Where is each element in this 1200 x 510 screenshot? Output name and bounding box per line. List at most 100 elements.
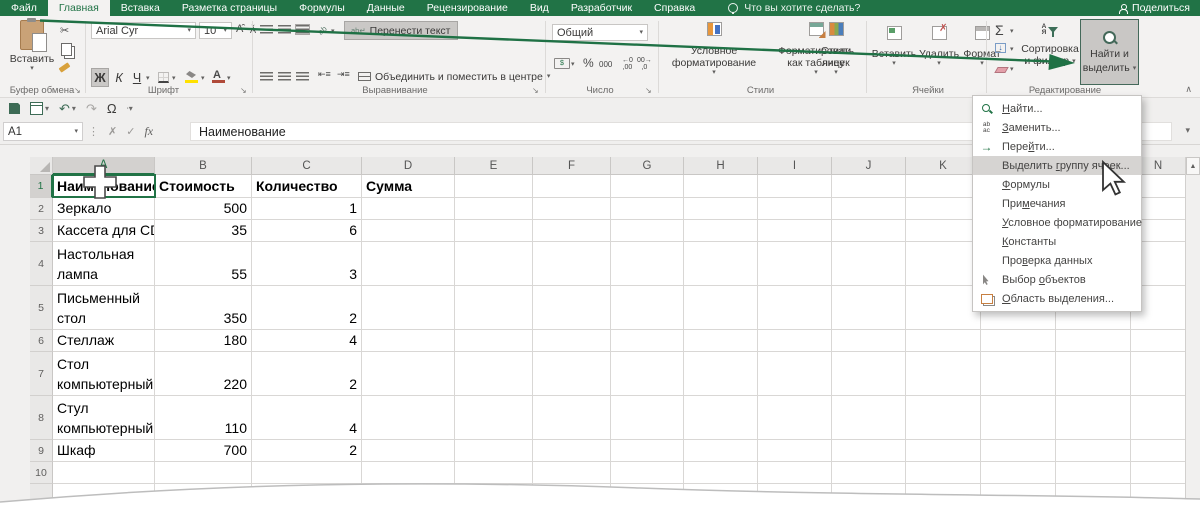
cell[interactable] [533,396,611,440]
cell[interactable] [684,484,758,510]
row-header-4[interactable]: 4 [30,242,53,286]
cell[interactable] [252,484,362,510]
cell[interactable] [533,462,611,484]
share-button[interactable]: Поделиться [1118,0,1190,16]
align-middle-icon[interactable] [278,25,291,34]
row-header-2[interactable]: 2 [30,198,53,220]
vertical-scrollbar[interactable]: ▲ [1185,157,1200,510]
cell[interactable] [533,440,611,462]
cell[interactable] [1131,484,1186,510]
cell-A2[interactable]: Зеркало [53,198,155,220]
column-header-D[interactable]: D [362,157,455,175]
cell-C3[interactable]: 6 [252,220,362,242]
cell-B3[interactable]: 35 [155,220,252,242]
cell-D10[interactable] [362,462,455,484]
accounting-chevron-icon[interactable]: ▾ [571,61,575,68]
cell[interactable] [981,352,1056,396]
sort-filter-button[interactable]: АЯ Сортировка и фильтр ▾ [1021,23,1079,67]
merge-center-button[interactable]: Объединить и поместить в центре ▾ [358,68,550,85]
clipboard-dialog-launcher[interactable]: ↘ [74,86,81,95]
cell[interactable] [1056,440,1131,462]
cell[interactable] [981,330,1056,352]
cell-A1[interactable]: Наименование [53,175,155,198]
font-size-combo[interactable]: 10 ▾ [199,22,232,39]
menu-item-data-validation[interactable]: Проверка данных [973,251,1141,270]
fill-color-chevron-icon[interactable]: ▾ [201,75,205,82]
cell[interactable] [981,484,1056,510]
cell[interactable] [684,462,758,484]
cell[interactable] [906,330,981,352]
cell-A4[interactable]: Настольная лампа [53,242,155,286]
menu-item-constants[interactable]: Константы [973,232,1141,251]
cell-B7[interactable]: 220 [155,352,252,396]
cell[interactable] [758,484,832,510]
column-header-B[interactable]: B [155,157,252,175]
cell-A7[interactable]: Стол компьютерный [53,352,155,396]
column-header-C[interactable]: C [252,157,362,175]
cell[interactable] [611,330,684,352]
column-header-F[interactable]: F [533,157,611,175]
expand-formula-bar-icon[interactable]: ▾ [1185,125,1190,136]
borders-chevron-icon[interactable]: ▾ [172,75,176,82]
cell-B1[interactable]: Стоимость [155,175,252,198]
cell[interactable] [684,440,758,462]
cell-C10[interactable] [252,462,362,484]
cell[interactable] [1131,330,1186,352]
cell-C2[interactable]: 1 [252,198,362,220]
orientation-chevron-icon[interactable]: ▾ [331,28,335,35]
cell[interactable] [362,484,455,510]
format-painter-icon[interactable] [58,62,71,73]
cell-B5[interactable]: 350 [155,286,252,330]
enter-icon[interactable]: ✓ [126,125,135,138]
cell[interactable] [906,175,981,198]
tab-view[interactable]: Вид [519,0,560,16]
cell[interactable] [1056,484,1131,510]
print-preview-icon[interactable]: ▾ [30,102,49,115]
insert-function-icon[interactable]: fx [144,124,153,139]
cell-A10[interactable] [53,462,155,484]
clear-chevron-icon[interactable]: ▾ [1010,66,1014,73]
cell[interactable] [611,352,684,396]
delete-cells-button[interactable]: Удалить ▾ [918,23,960,67]
wrap-text-button[interactable]: ab↵ Перенести текст [344,21,458,40]
cell-D1[interactable]: Сумма [362,175,455,198]
cell[interactable] [832,242,906,286]
cell[interactable] [533,484,611,510]
tab-home[interactable]: Главная [47,0,110,16]
cell-B2[interactable]: 500 [155,198,252,220]
cell-B8[interactable]: 110 [155,396,252,440]
cell[interactable] [455,175,533,198]
cell-D2[interactable] [362,198,455,220]
align-bottom-icon[interactable] [295,24,310,35]
cell[interactable] [832,286,906,330]
font-name-combo[interactable]: Arial Cyr ▾ [91,22,196,39]
align-top-icon[interactable] [260,25,273,34]
cell[interactable] [533,242,611,286]
cell[interactable] [832,484,906,510]
cell[interactable] [455,242,533,286]
collapse-ribbon-icon[interactable]: ∧ [1185,84,1192,95]
increase-font-icon[interactable]: А̂ [236,23,243,35]
column-header-H[interactable]: H [684,157,758,175]
redo-icon[interactable]: ↷ [86,101,97,117]
cell[interactable] [455,396,533,440]
menu-item-select-objects[interactable]: Выбор объектов [973,270,1141,289]
cell-D3[interactable] [362,220,455,242]
cell[interactable] [981,440,1056,462]
cell[interactable] [684,330,758,352]
column-header-I[interactable]: I [758,157,832,175]
row-header-10[interactable]: 10 [30,462,53,484]
decrease-indent-icon[interactable]: ⇤≡ [318,69,331,80]
select-all-corner[interactable] [30,157,53,175]
cell[interactable] [611,484,684,510]
cell[interactable] [455,286,533,330]
underline-button[interactable]: Ч [129,69,145,86]
cell[interactable] [758,440,832,462]
tab-formulas[interactable]: Формулы [288,0,356,16]
menu-item-conditional-formatting[interactable]: Условное форматирование [973,213,1142,232]
cell[interactable] [455,198,533,220]
cell[interactable] [455,440,533,462]
tab-data[interactable]: Данные [356,0,416,16]
undo-icon[interactable]: ↶ ▾ [59,101,76,117]
cell-C6[interactable]: 4 [252,330,362,352]
